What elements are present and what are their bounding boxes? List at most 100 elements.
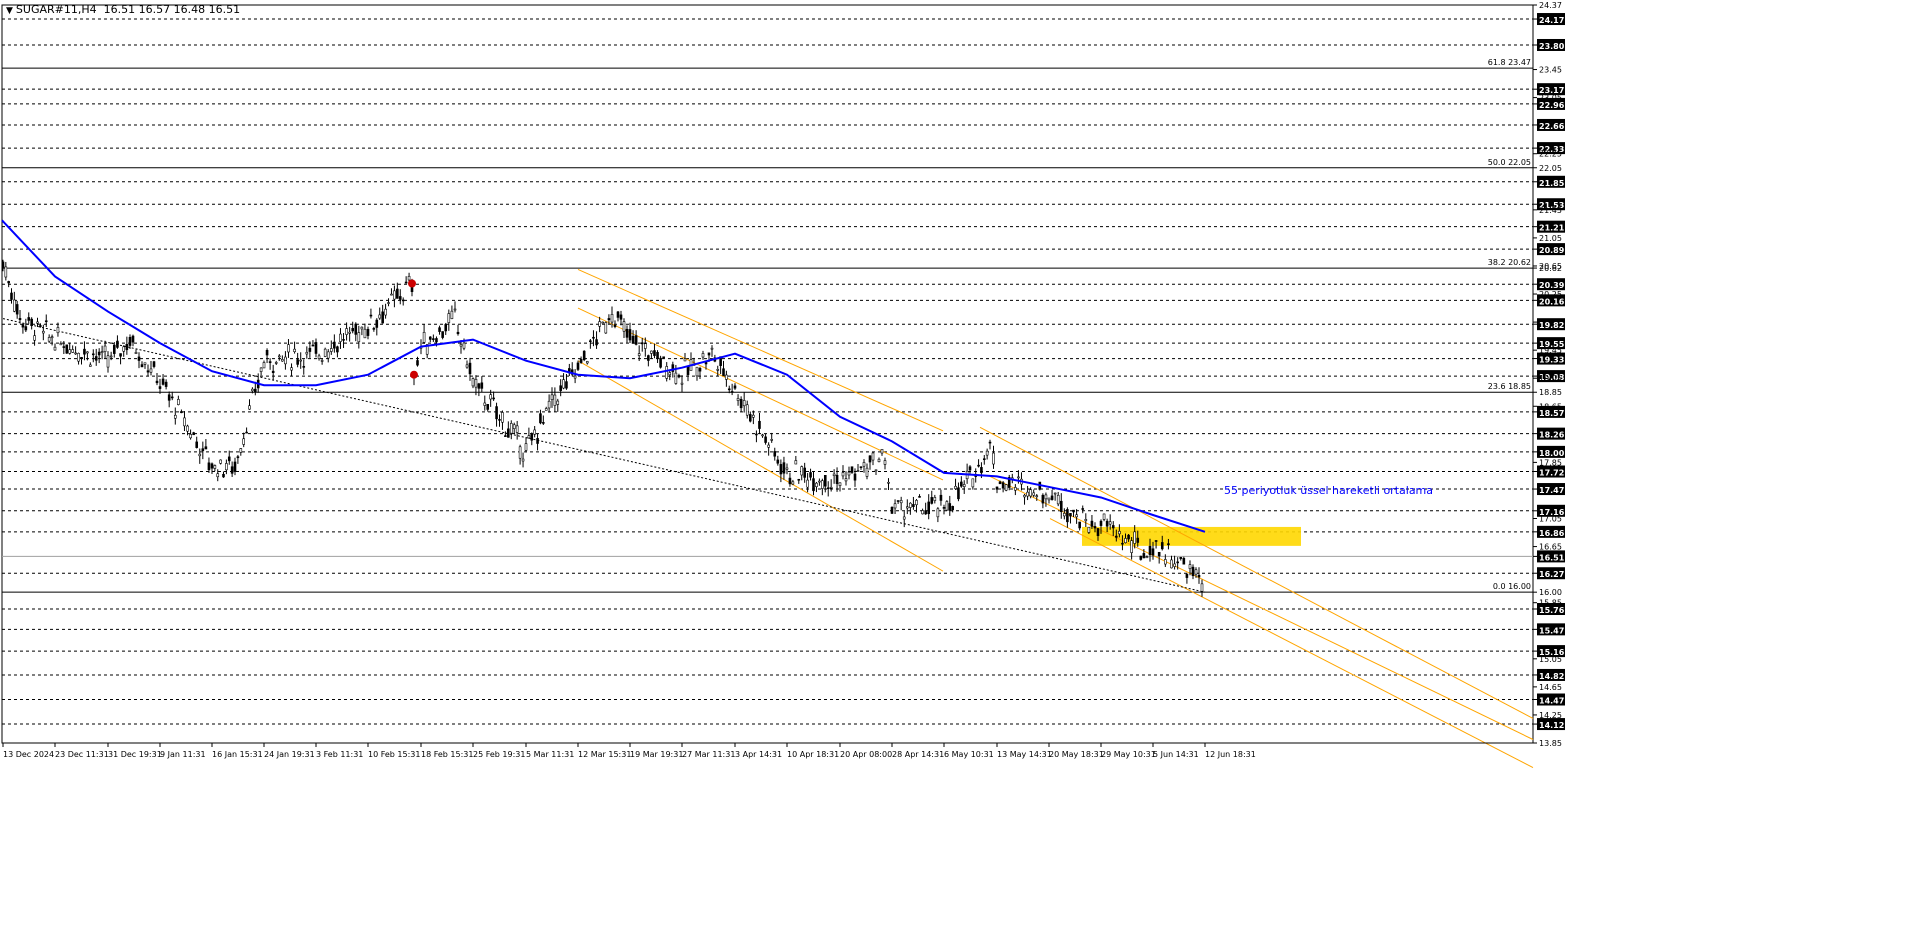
candle-body[interactable]	[447, 313, 451, 323]
candle-body[interactable]	[518, 446, 522, 459]
candle-body[interactable]	[982, 458, 986, 460]
candle-body[interactable]	[722, 368, 725, 376]
candle-body[interactable]	[183, 417, 186, 427]
candle-body[interactable]	[125, 343, 129, 351]
candle-body[interactable]	[589, 340, 592, 342]
candle-body[interactable]	[320, 360, 324, 362]
candle-body[interactable]	[1194, 569, 1198, 575]
candle-body[interactable]	[378, 314, 382, 319]
candle-body[interactable]	[1056, 494, 1060, 505]
candle-body[interactable]	[357, 332, 361, 343]
candle-body[interactable]	[880, 448, 884, 454]
candle-body[interactable]	[281, 359, 284, 362]
candle-body[interactable]	[47, 337, 51, 342]
candle-body[interactable]	[758, 420, 761, 429]
candle-body[interactable]	[748, 414, 752, 422]
candle-body[interactable]	[745, 404, 749, 416]
candle-body[interactable]	[432, 338, 435, 340]
candle-body[interactable]	[832, 473, 836, 477]
pivot-marker[interactable]	[408, 279, 416, 288]
candle-body[interactable]	[56, 327, 60, 334]
candle-body[interactable]	[164, 381, 168, 387]
candle-body[interactable]	[509, 423, 513, 434]
candle-body[interactable]	[274, 362, 278, 364]
candle-body[interactable]	[1050, 495, 1054, 500]
candle-body[interactable]	[524, 443, 528, 451]
candle-body[interactable]	[1173, 563, 1176, 567]
candle-body[interactable]	[225, 463, 228, 471]
candle-body[interactable]	[65, 344, 69, 354]
candle-body[interactable]	[284, 356, 287, 365]
candle-body[interactable]	[287, 344, 290, 353]
candle-body[interactable]	[853, 473, 857, 481]
candle-body[interactable]	[277, 355, 281, 358]
candle-body[interactable]	[579, 359, 583, 363]
candle-body[interactable]	[91, 353, 95, 356]
candle-body[interactable]	[761, 434, 764, 437]
candle-body[interactable]	[547, 400, 551, 409]
candle-body[interactable]	[1069, 513, 1072, 517]
candle-body[interactable]	[262, 362, 266, 369]
candle-body[interactable]	[486, 404, 490, 410]
candle-body[interactable]	[785, 467, 789, 470]
candle-body[interactable]	[1026, 491, 1029, 497]
candle-body[interactable]	[665, 366, 669, 379]
candle-body[interactable]	[492, 397, 495, 400]
candle-body[interactable]	[1111, 525, 1115, 529]
candle-body[interactable]	[527, 435, 531, 439]
candle-body[interactable]	[659, 357, 662, 368]
candle-body[interactable]	[112, 344, 116, 354]
candle-body[interactable]	[459, 344, 463, 347]
candle-body[interactable]	[803, 467, 806, 478]
candle-body[interactable]	[883, 460, 887, 465]
candle-body[interactable]	[1004, 484, 1008, 491]
candle-body[interactable]	[1130, 540, 1133, 553]
candle-body[interactable]	[821, 480, 824, 489]
candle-body[interactable]	[219, 459, 222, 464]
candle-body[interactable]	[752, 414, 755, 418]
candle-body[interactable]	[216, 473, 220, 478]
candle-body[interactable]	[556, 400, 560, 405]
chart-container[interactable]: 61.8 23.47 50.0 22.05 38.2 20.62 23.6 18.85…	[0, 0, 1916, 936]
candle-body[interactable]	[354, 323, 358, 335]
candle-body[interactable]	[131, 335, 135, 343]
candle-body[interactable]	[333, 341, 336, 349]
candle-body[interactable]	[1047, 497, 1051, 501]
candle-body[interactable]	[210, 463, 214, 469]
plot-area[interactable]	[1, 4, 1534, 744]
candle-body[interactable]	[80, 356, 83, 359]
candle-body[interactable]	[83, 348, 86, 355]
candle-body[interactable]	[7, 281, 10, 284]
candle-body[interactable]	[384, 308, 387, 316]
candle-body[interactable]	[650, 350, 653, 354]
candle-body[interactable]	[438, 327, 441, 332]
candle-body[interactable]	[100, 351, 104, 353]
candle-body[interactable]	[1115, 535, 1118, 538]
candle-body[interactable]	[905, 506, 909, 509]
candle-body[interactable]	[465, 364, 469, 368]
candle-body[interactable]	[390, 293, 393, 296]
candle-body[interactable]	[794, 460, 798, 465]
candle-body[interactable]	[902, 516, 906, 520]
candle-body[interactable]	[94, 356, 98, 361]
candle-body[interactable]	[89, 364, 92, 367]
candle-body[interactable]	[435, 338, 438, 343]
candle-body[interactable]	[44, 320, 48, 323]
candle-body[interactable]	[550, 394, 554, 400]
candle-body[interactable]	[896, 500, 900, 502]
candle-body[interactable]	[668, 372, 672, 376]
candle-body[interactable]	[544, 408, 548, 411]
candle-body[interactable]	[329, 348, 333, 352]
candle-body[interactable]	[1084, 519, 1088, 522]
candle-body[interactable]	[998, 481, 1002, 485]
candle-body[interactable]	[736, 398, 740, 401]
candle-body[interactable]	[877, 458, 881, 463]
candle-body[interactable]	[730, 391, 734, 393]
candle-body[interactable]	[239, 448, 243, 453]
candle-body[interactable]	[450, 310, 454, 319]
candle-body[interactable]	[742, 400, 746, 407]
candle-body[interactable]	[960, 481, 963, 487]
candle-body[interactable]	[1200, 583, 1204, 592]
candle-body[interactable]	[1160, 542, 1164, 550]
candle-body[interactable]	[521, 458, 525, 462]
